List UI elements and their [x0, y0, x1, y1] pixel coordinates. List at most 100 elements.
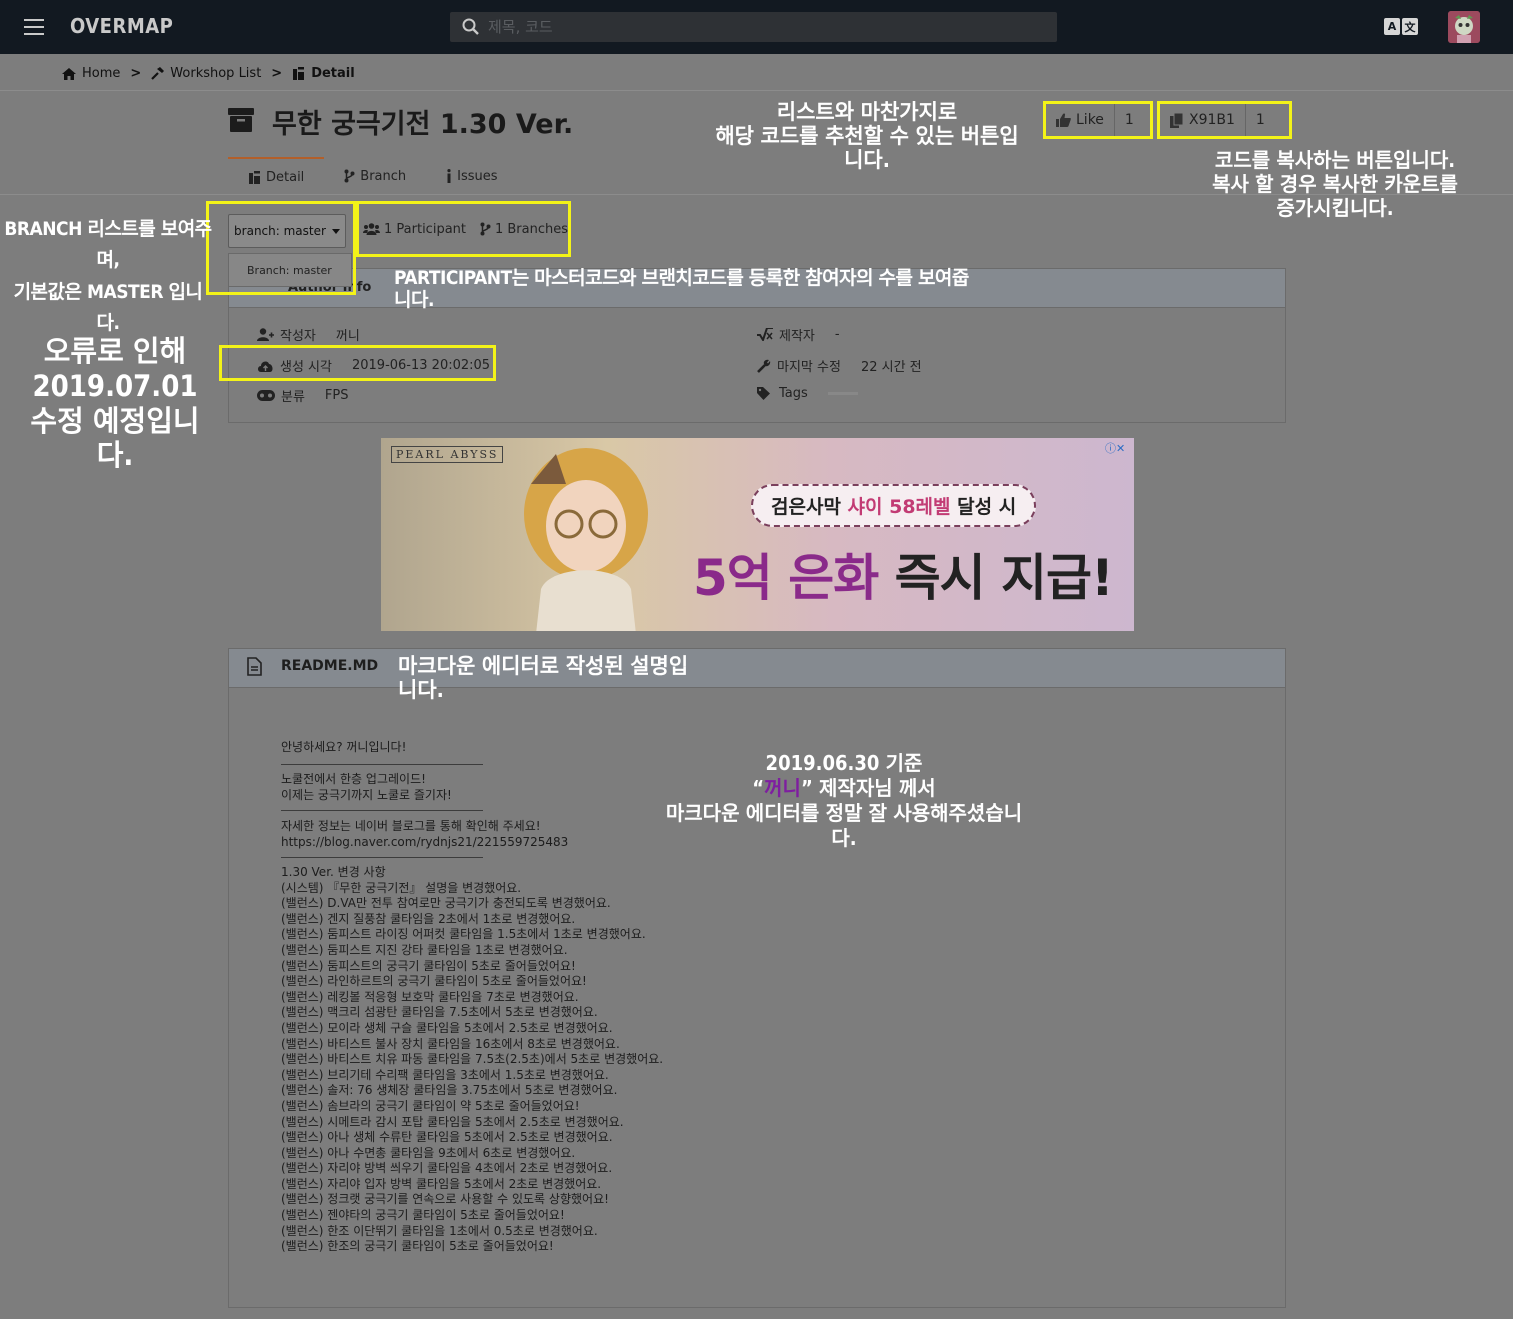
participants-label: 1 Participant: [384, 221, 466, 237]
annotation-line: 수정 예정입니다.: [30, 403, 200, 473]
like-count: 1: [1113, 104, 1144, 136]
changelog-line: (밸런스) 솔저: 76 생체장 쿨타임을 3.75초에서 5초로 변경했어요.: [281, 1083, 618, 1098]
readme-divider: [281, 764, 483, 765]
thumbs-up-icon: [1056, 113, 1071, 127]
annotation-line: BRANCH 리스트를 보여주며,: [4, 218, 212, 272]
annotation-error: 오류로 인해 2019.07.01 수정 예정입니다.: [18, 334, 212, 473]
changelog-line: (밸런스) 겐지 질풍참 쿨타임을 2초에서 1초로 변경했어요.: [281, 911, 576, 926]
changelog-line: (밸런스) 솜브라의 궁극기 쿨타임이 약 5초로 줄어들었어요!: [281, 1098, 580, 1113]
changelog-line: (밸런스) 시메트라 감시 포탑 쿨타임을 5초에서 2.5초로 변경했어요.: [281, 1114, 624, 1129]
tags-label: Tags: [779, 386, 808, 401]
breadcrumb: Home > Workshop List > Detail: [62, 66, 355, 81]
breadcrumb-detail: Detail: [311, 66, 355, 81]
wrench-icon: [757, 359, 771, 373]
annotation-line: 증가시킵니다.: [1276, 196, 1394, 220]
readme-line: 노쿨전에서 한층 업그레이드!: [281, 772, 426, 786]
participants-stat: 1 Participant: [363, 222, 466, 237]
ad-headline: 5억 은화 즉시 지급!: [693, 538, 1114, 610]
annotation-branch: BRANCH 리스트를 보여주며, 기본값은 MASTER 입니다.: [4, 214, 212, 339]
tab-branch[interactable]: Branch: [324, 157, 426, 195]
annotation-line: 리스트와 마찬가지로: [776, 100, 958, 124]
search-bar[interactable]: [450, 12, 1057, 42]
changelog-line: (밸런스) 한조의 궁극기 쿨타임이 5초로 줄어들었어요!: [281, 1239, 554, 1254]
annotation-line: 오류로 인해: [43, 334, 187, 368]
tab-label: Branch: [360, 168, 407, 184]
function-icon: [757, 328, 773, 341]
language-icon-a: A: [1384, 18, 1400, 35]
ad-pill-prefix: 검은사막: [771, 496, 848, 518]
search-icon: [462, 18, 479, 35]
tab-label: Detail: [266, 169, 305, 185]
ad-banner[interactable]: PEARL ABYSS 검은사막 샤이 58레벨 달성 시 5억 은화 즉시 지…: [381, 438, 1134, 631]
changelog-line: (밸런스) 둠피스트의 궁극기 쿨타임이 5초로 줄어들었어요!: [281, 958, 576, 973]
changelog-line: (밸런스) D.VA만 전투 참여로만 궁극기가 충전되도록 변경했어요.: [281, 896, 611, 911]
readme-divider: [281, 857, 483, 858]
copy-code-button-group[interactable]: X91B1 1: [1157, 101, 1292, 139]
copy-icon: [1170, 112, 1184, 128]
changelog-line: (밸런스) 한조 이단뛰기 쿨타임을 1초에서 0.5초로 변경했어요.: [281, 1223, 598, 1238]
breadcrumb-workshop[interactable]: Workshop List: [170, 66, 261, 81]
changelog-line: (밸런스) 자리야 방벽 씌우기 쿨타임을 4초에서 2초로 변경했어요.: [281, 1161, 613, 1176]
annotation-participant: PARTICIPANT는 마스터코드와 브랜치코드를 등록한 참여자의 수를 보…: [394, 267, 969, 311]
ad-pill-highlight: 샤이 58레벨: [847, 496, 951, 518]
menu-icon[interactable]: [24, 19, 44, 35]
readme-para-2: 자세한 정보는 네이버 블로그를 통해 확인해 주세요! https://blo…: [281, 819, 568, 850]
changelog-line: (밸런스) 바티스트 불사 장치 쿨타임을 16초에서 8초로 변경했어요.: [281, 1036, 620, 1051]
branch-highlight: [206, 201, 356, 295]
tags-row: Tags: [757, 386, 858, 401]
app-logo[interactable]: OVERMAP: [70, 14, 173, 38]
changelog-line: 1.30 Ver. 변경 사항: [281, 865, 386, 879]
tags-value: [827, 392, 858, 395]
copy-count: 1: [1244, 104, 1275, 136]
participant-highlight: 1 Participant 1 Branches: [356, 201, 571, 257]
changelog-line: (시스템) 『무한 궁극기전』 설명을 변경했어요.: [281, 880, 522, 895]
copy-code-button[interactable]: X91B1: [1160, 104, 1245, 136]
branch-icon: [344, 169, 355, 183]
home-icon: [62, 67, 76, 80]
ad-brand: PEARL ABYSS: [391, 446, 504, 463]
readme-intro: 안녕하세요? 꺼니입니다!: [281, 740, 407, 754]
gamepad-icon: [257, 390, 275, 401]
readme-title: README.MD: [281, 658, 379, 674]
tab-detail[interactable]: Detail: [228, 157, 325, 195]
readme-link[interactable]: https://blog.naver.com/rydnjs21/22155972…: [281, 835, 568, 851]
changelog-line: (밸런스) 맥크리 섬광탄 쿨타임을 7.5초에서 5초로 변경했어요.: [281, 1005, 598, 1020]
like-button-group[interactable]: Like 1: [1043, 101, 1153, 139]
detail-icon: [293, 67, 305, 80]
tags-icon: [757, 387, 770, 400]
ad-headline-highlight: 5억 은화: [693, 549, 879, 607]
category-row: 분류 FPS: [257, 386, 349, 405]
code-label: X91B1: [1189, 112, 1235, 128]
ad-character-image: [524, 448, 648, 631]
language-icon-b: 文: [1402, 18, 1418, 35]
hammer-icon: [151, 67, 165, 80]
ad-pill: 검은사막 샤이 58레벨 달성 시: [751, 484, 1037, 527]
branches-label: 1 Branches: [494, 221, 569, 237]
changelog-line: (밸런스) 정크랫 궁극기를 연속으로 사용할 수 있도록 상향했어요!: [281, 1192, 609, 1207]
annotation-line: 2019.06.30 기준: [765, 751, 923, 775]
ad-headline-suffix: 즉시 지급!: [878, 549, 1114, 607]
readme-line: 자세한 정보는 네이버 블로그를 통해 확인해 주세요!: [281, 819, 541, 833]
maker-label: 제작자: [779, 329, 815, 344]
tab-label: Issues: [457, 168, 498, 184]
tab-bar: Detail Branch Issues: [228, 157, 518, 195]
changelog-line: (밸런스) 젠야타의 궁극기 쿨타임이 5초로 줄어들었어요!: [281, 1208, 565, 1223]
readme-para-1: 노쿨전에서 한층 업그레이드! 이제는 궁극기까지 노쿨로 즐기자!: [281, 772, 452, 803]
ad-close-icon[interactable]: ⓘ✕: [1105, 440, 1125, 456]
changelog-line: (밸런스) 아나 수면총 쿨타임을 9초에서 6초로 변경했어요.: [281, 1145, 576, 1160]
ad-pill-suffix: 달성 시: [950, 496, 1017, 518]
changelog-line: (밸런스) 바티스트 치유 파동 쿨타임을 7.5초(2.5초)에서 5초로 변…: [281, 1052, 664, 1067]
like-button[interactable]: Like: [1046, 104, 1114, 136]
breadcrumb-home[interactable]: Home: [82, 66, 120, 81]
maker-value: -: [834, 327, 840, 342]
tab-issues[interactable]: Issues: [426, 157, 517, 195]
maker-row: 제작자 -: [757, 325, 840, 344]
changelog-line: (밸런스) 둠피스트 라이징 어퍼컷 쿨타임을 1.5초에서 1초로 변경했어요…: [281, 927, 646, 942]
avatar[interactable]: [1448, 11, 1480, 43]
search-input[interactable]: [488, 18, 1028, 36]
archive-icon: [228, 108, 254, 132]
annotation-line: 해당 코드를 추천할 수 있는 버튼입니다.: [715, 124, 1019, 173]
changelog-line: (밸런스) 둠피스트 지진 강타 쿨타임을 1초로 변경했어요.: [281, 942, 568, 957]
language-toggle[interactable]: A 文: [1384, 18, 1418, 35]
changelog-line: (밸런스) 레킹볼 적응형 보호막 쿨타임을 7초로 변경했어요.: [281, 989, 579, 1004]
